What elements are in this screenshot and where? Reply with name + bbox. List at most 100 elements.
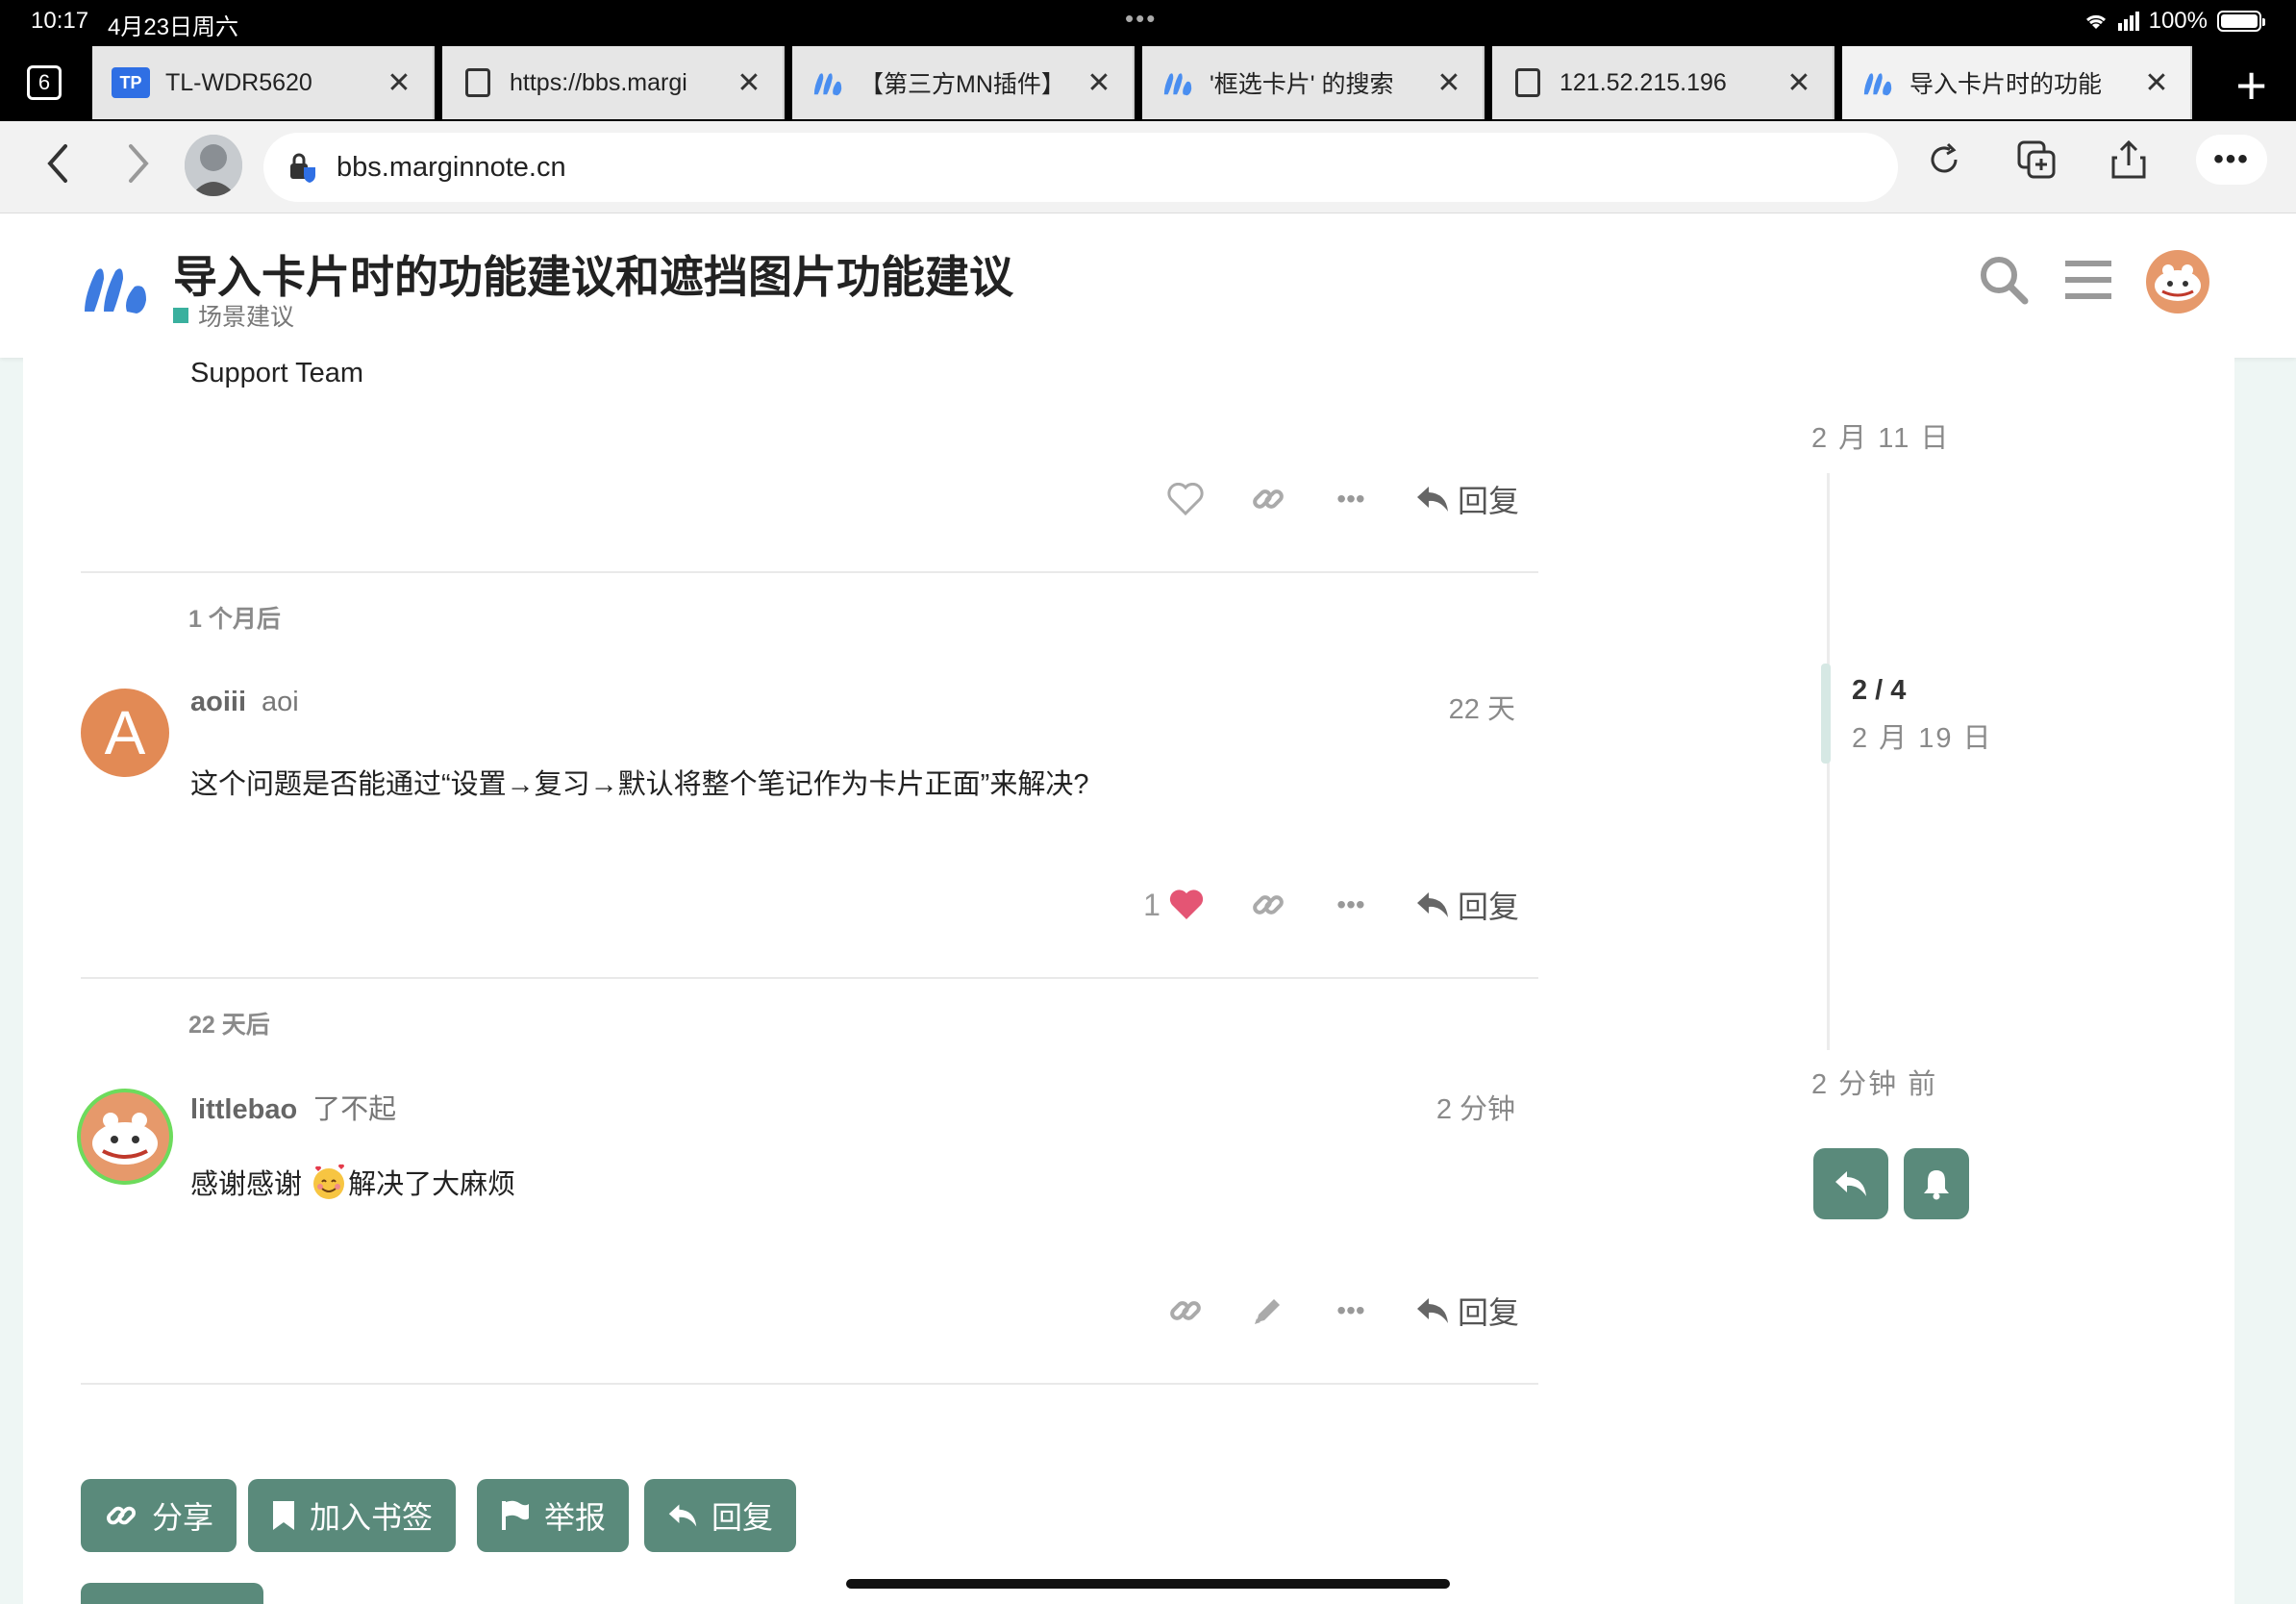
forward-chevron-icon[interactable] bbox=[125, 140, 154, 198]
reply-link[interactable]: 回复 bbox=[1415, 477, 1519, 521]
edit-pencil-icon[interactable] bbox=[1227, 1293, 1310, 1328]
like-count: 1 bbox=[1143, 887, 1160, 922]
tp-link-icon: TP bbox=[112, 67, 150, 98]
bookmark-button[interactable]: 加入书签 bbox=[248, 1479, 457, 1552]
multitasking-dots-icon[interactable]: ••• bbox=[1125, 4, 1157, 34]
address-bar: bbs.marginnote.cn ••• bbox=[0, 121, 2296, 213]
timeline-end-date[interactable]: 2 分钟 前 bbox=[1811, 1062, 1937, 1102]
flag-button[interactable]: 举报 bbox=[477, 1479, 630, 1552]
topic-title[interactable]: 导入卡片时的功能建议和遮挡图片功能建议 bbox=[173, 242, 1013, 306]
post-divider bbox=[81, 1383, 1538, 1385]
wifi-icon bbox=[2085, 14, 2106, 29]
reply-button[interactable]: 回复 bbox=[644, 1479, 797, 1552]
tab-title: TL-WDR5620 bbox=[165, 68, 312, 96]
share-button[interactable]: 分享 bbox=[81, 1479, 237, 1552]
new-tab-plus-icon[interactable]: + bbox=[2235, 54, 2267, 116]
post-date[interactable]: 2 分钟 bbox=[1436, 1087, 1515, 1127]
tab-search[interactable]: '框选卡片' 的搜索 ✕ bbox=[1142, 46, 1485, 119]
tab-mn-plugin[interactable]: 【第三方MN插件】 ✕ bbox=[792, 46, 1135, 119]
notification-bell-button[interactable] bbox=[1904, 1148, 1969, 1219]
tab-title: '框选卡片' 的搜索 bbox=[1210, 71, 1394, 98]
reply-link[interactable]: 回复 bbox=[1415, 1289, 1519, 1333]
privacy-shield-icon bbox=[290, 153, 315, 183]
url-text: bbs.marginnote.cn bbox=[337, 151, 566, 183]
search-icon[interactable] bbox=[1977, 253, 2031, 312]
reply-link[interactable]: 回复 bbox=[1415, 883, 1519, 927]
battery-icon bbox=[2217, 11, 2265, 32]
close-icon[interactable]: ✕ bbox=[1784, 66, 1813, 100]
reply-arrow-icon bbox=[1417, 1298, 1448, 1323]
post-author[interactable]: littlebao 了不起 bbox=[190, 1087, 396, 1127]
post-date[interactable]: 22 天 bbox=[1449, 687, 1515, 727]
close-icon[interactable]: ✕ bbox=[735, 66, 763, 100]
time-gap: 1 个月后 bbox=[188, 606, 281, 633]
post-author[interactable]: aoiii aoi bbox=[190, 687, 299, 718]
page-icon bbox=[1511, 67, 1544, 98]
tab-title: 121.52.215.196 bbox=[1560, 68, 1727, 96]
more-actions-icon[interactable]: ••• bbox=[1310, 890, 1392, 920]
post-divider bbox=[81, 977, 1538, 979]
link-icon[interactable] bbox=[1227, 887, 1310, 923]
post-text: Support Team bbox=[190, 358, 364, 388]
address-actions: ••• bbox=[1919, 135, 2267, 185]
timeline-position-date: 2 月 19 日 bbox=[1852, 723, 1993, 754]
link-icon[interactable] bbox=[1144, 1292, 1227, 1329]
like-heart-outline-icon[interactable] bbox=[1144, 483, 1227, 515]
avatar[interactable]: A bbox=[81, 689, 169, 777]
tab-ip-address[interactable]: 121.52.215.196 ✕ bbox=[1492, 46, 1834, 119]
post-text: 这个问题是否能通过“设置→复习→默认将整个笔记作为卡片正面”来解决? bbox=[190, 769, 1089, 800]
close-icon[interactable]: ✕ bbox=[1085, 66, 1113, 100]
close-icon[interactable]: ✕ bbox=[385, 66, 413, 100]
time-gap: 22 天后 bbox=[188, 1012, 270, 1039]
like-button[interactable]: 1 bbox=[1121, 888, 1227, 923]
category-badge[interactable]: 场景建议 bbox=[173, 298, 294, 333]
more-actions-icon[interactable]: ••• bbox=[1310, 484, 1392, 514]
home-indicator[interactable] bbox=[846, 1579, 1450, 1589]
tab-current-topic[interactable]: 导入卡片时的功能 ✕ bbox=[1842, 46, 2192, 119]
category-swatch bbox=[173, 308, 188, 323]
user-avatar[interactable] bbox=[2146, 250, 2209, 313]
avatar[interactable] bbox=[77, 1089, 173, 1185]
share-icon[interactable] bbox=[2104, 135, 2154, 185]
back-chevron-icon[interactable] bbox=[42, 140, 71, 198]
marginnote-icon bbox=[1861, 67, 1894, 98]
full-name: 了不起 bbox=[312, 1094, 397, 1125]
page-icon bbox=[462, 67, 494, 98]
username[interactable]: aoiii bbox=[190, 687, 246, 718]
more-options-icon[interactable]: ••• bbox=[2196, 135, 2267, 185]
tab-bbs-url[interactable]: https://bbs.margi ✕ bbox=[442, 46, 785, 119]
status-bar: 10:17 4月23日周六 ••• 100% bbox=[0, 0, 2296, 44]
timeline-handle[interactable] bbox=[1821, 664, 1831, 764]
username[interactable]: littlebao bbox=[190, 1094, 297, 1126]
close-icon[interactable]: ✕ bbox=[1435, 66, 1463, 100]
status-indicators: 100% bbox=[2084, 8, 2265, 35]
marginnote-icon bbox=[1161, 67, 1194, 98]
tab-title: 【第三方MN插件】 bbox=[860, 71, 1065, 98]
bookmark-icon bbox=[273, 1501, 294, 1530]
post-text-part: 解决了大麻烦 bbox=[348, 1169, 516, 1200]
post-text-part: 感谢感谢 bbox=[190, 1169, 311, 1200]
profile-avatar[interactable] bbox=[185, 135, 242, 196]
more-actions-icon[interactable]: ••• bbox=[1310, 1295, 1392, 1326]
category-name: 场景建议 bbox=[198, 304, 295, 331]
link-icon[interactable] bbox=[1227, 481, 1310, 517]
post-actions: ••• 回复 bbox=[1144, 477, 1519, 521]
partially-visible-button[interactable] bbox=[81, 1583, 263, 1604]
marginnote-logo-icon[interactable] bbox=[81, 262, 154, 320]
status-date: 4月23日周六 bbox=[108, 14, 239, 40]
tab-tl-wdr5620[interactable]: TP TL-WDR5620 ✕ bbox=[92, 46, 435, 119]
tab-bar: 6 TP TL-WDR5620 ✕ https://bbs.margi ✕ 【第… bbox=[0, 44, 2296, 121]
url-field[interactable]: bbs.marginnote.cn bbox=[263, 133, 1898, 202]
tab-title: 导入卡片时的功能 bbox=[1909, 71, 2103, 98]
timeline-reply-button[interactable] bbox=[1813, 1148, 1888, 1219]
reply-arrow-icon bbox=[1417, 487, 1448, 512]
marginnote-icon bbox=[811, 67, 844, 98]
hamburger-menu-icon[interactable] bbox=[2065, 259, 2111, 306]
reload-icon[interactable] bbox=[1919, 135, 1969, 185]
reply-arrow-icon bbox=[1835, 1171, 1866, 1196]
add-tab-copy-icon[interactable] bbox=[2011, 135, 2061, 185]
close-icon[interactable]: ✕ bbox=[2142, 66, 2171, 100]
timeline-start-date[interactable]: 2 月 11 日 bbox=[1811, 415, 1950, 456]
status-time: 10:17 bbox=[31, 8, 89, 34]
tab-overview-button[interactable]: 6 bbox=[27, 65, 62, 100]
